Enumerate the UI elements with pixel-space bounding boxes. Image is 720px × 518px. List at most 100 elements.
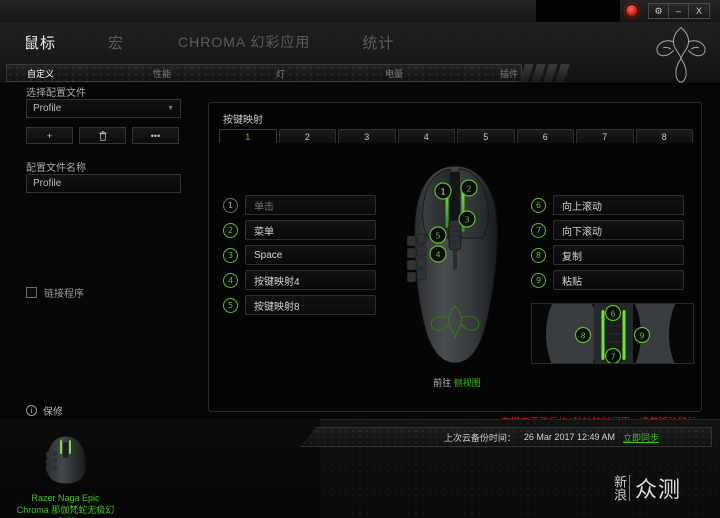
- subtab-performance[interactable]: 性能: [153, 67, 171, 80]
- more-options-button[interactable]: •••: [132, 127, 179, 144]
- tab-chroma-apps[interactable]: CHROMA 幻彩应用: [178, 32, 310, 52]
- assignment-field-3[interactable]: Space: [245, 245, 376, 265]
- delete-profile-button[interactable]: [79, 127, 126, 144]
- sina-watermark: 新浪 众测: [611, 472, 693, 504]
- svg-text:9: 9: [639, 331, 644, 340]
- svg-text:1: 1: [440, 188, 445, 197]
- assignment-field-2[interactable]: 菜单: [245, 220, 376, 240]
- profile-actions: + •••: [26, 127, 179, 144]
- warranty-label: 保修: [43, 407, 63, 418]
- tab-macro[interactable]: 宏: [108, 32, 124, 53]
- title-bar: ⚙ – X: [0, 0, 720, 22]
- title-bar-notch: [536, 0, 620, 22]
- assignment-field-1[interactable]: 单击: [245, 195, 376, 215]
- key-mapping-panel: 按键映射 1 2 3 4 5 6 7 8 1 单击 2 菜单 3 Space 4…: [208, 102, 702, 412]
- chevron-down-icon: ▼: [167, 105, 174, 112]
- minimize-icon[interactable]: –: [669, 4, 689, 18]
- sync-now-link[interactable]: 立即同步: [623, 431, 659, 444]
- header-decoration-bars: [519, 64, 602, 82]
- assignment-field-9[interactable]: 粘贴: [553, 270, 684, 290]
- close-icon[interactable]: X: [689, 4, 709, 18]
- link-program-label: 链接程序: [44, 289, 84, 300]
- svg-text:7: 7: [610, 352, 615, 361]
- goto-prefix-label: 前往: [433, 378, 454, 388]
- left-assignment-list: 1 单击 2 菜单 3 Space 4 按键映射4 5 按键映射8: [223, 195, 376, 320]
- numtab-6[interactable]: 6: [516, 129, 574, 143]
- assignment-row: 3 Space: [223, 245, 376, 265]
- assignment-field-4[interactable]: 按键映射4: [245, 270, 376, 290]
- device-thumbnail-icon: [44, 435, 87, 485]
- razer-logo-icon: [656, 26, 706, 83]
- link-program-row[interactable]: 链接程序: [26, 285, 84, 300]
- tab-mouse[interactable]: 鼠标: [24, 32, 56, 53]
- sync-label: 上次云备份时间：: [443, 432, 516, 443]
- callout-badge-8: 8: [531, 247, 546, 263]
- watermark-zhongce-label: 众测: [635, 478, 682, 503]
- numtab-7[interactable]: 7: [576, 129, 634, 143]
- svg-text:8: 8: [580, 331, 585, 340]
- tab-stats[interactable]: 统计: [362, 32, 394, 53]
- settings-icon[interactable]: ⚙: [649, 4, 669, 18]
- callout-badge-6: 6: [531, 197, 546, 213]
- link-program-checkbox[interactable]: [26, 287, 37, 298]
- svg-text:6: 6: [610, 309, 615, 318]
- add-profile-button[interactable]: +: [26, 127, 73, 144]
- assignment-field-7[interactable]: 向下滚动: [553, 220, 684, 240]
- profile-select-value: Profile: [33, 103, 62, 114]
- razer-synapse-window: ⚙ – X 鼠标 宏 CHROMA 幻彩应用 统计 自定义 性能 灯 电量 插件…: [0, 0, 720, 518]
- numtab-5[interactable]: 5: [457, 129, 515, 143]
- profile-select[interactable]: Profile ▼: [26, 99, 181, 118]
- scroll-wheel-image: 6 7 8 9: [532, 304, 693, 363]
- device-card[interactable]: Razer Naga Epic Chroma 那伽梵蛇无极幻 彩版: [8, 432, 123, 518]
- assignment-row: 1 单击: [223, 195, 376, 215]
- assignment-row: 7 向下滚动: [531, 220, 684, 240]
- assignment-field-5[interactable]: 按键映射8: [245, 295, 376, 315]
- numtab-1[interactable]: 1: [219, 129, 277, 143]
- right-assignment-list: 6 向上滚动 7 向下滚动 8 复制 9 粘贴: [531, 195, 684, 295]
- sync-timestamp: 26 Mar 2017 12:49 AM: [523, 432, 615, 442]
- subtab-power[interactable]: 电量: [385, 67, 403, 80]
- svg-text:2: 2: [466, 185, 471, 194]
- profile-name-input[interactable]: Profile: [26, 174, 181, 193]
- assignment-row: 9 粘贴: [531, 270, 684, 290]
- assignment-field-6[interactable]: 向上滚动: [553, 195, 684, 215]
- cloud-sync-bar: 上次云备份时间： 26 Mar 2017 12:49 AM 立即同步: [300, 427, 712, 447]
- window-controls: ⚙ – X: [648, 3, 710, 19]
- trash-icon: [99, 130, 106, 141]
- subtab-customize[interactable]: 自定义: [27, 67, 54, 80]
- select-profile-label: 选择配置文件: [26, 88, 86, 99]
- callout-badge-1: 1: [223, 197, 238, 213]
- mouse-top-view-image: 1 2 3 4 5: [406, 165, 498, 364]
- numtab-8[interactable]: 8: [635, 129, 693, 143]
- side-view-link[interactable]: 侧视图: [454, 378, 481, 388]
- panel-title: 按键映射: [223, 115, 263, 126]
- numtab-2[interactable]: 2: [278, 129, 336, 143]
- watermark-divider: [629, 475, 630, 501]
- subtab-addons[interactable]: 插件: [500, 67, 518, 80]
- scroll-wheel-thumbnail[interactable]: 6 7 8 9: [531, 303, 694, 364]
- goto-side-view[interactable]: 前往 侧视图: [397, 376, 517, 389]
- assignment-field-8[interactable]: 复制: [553, 245, 684, 265]
- device-name-line2: Chroma 那伽梵蛇无极幻: [16, 505, 115, 515]
- watermark-sina-label: 新浪: [611, 475, 626, 501]
- device-name: Razer Naga Epic Chroma 那伽梵蛇无极幻 彩版: [8, 492, 123, 518]
- key-mapping-number-tabs: 1 2 3 4 5 6 7 8: [219, 129, 693, 143]
- assignment-row: 4 按键映射4: [223, 270, 376, 290]
- record-indicator-icon[interactable]: [625, 4, 639, 18]
- numtab-4[interactable]: 4: [397, 129, 455, 143]
- warranty-row[interactable]: i 保修: [26, 403, 63, 418]
- callout-badge-2: 2: [223, 222, 238, 238]
- assignment-row: 5 按键映射8: [223, 295, 376, 315]
- callout-badge-7: 7: [531, 222, 546, 238]
- assignment-row: 8 复制: [531, 245, 684, 265]
- numtab-3[interactable]: 3: [338, 129, 396, 143]
- info-icon: i: [26, 405, 37, 416]
- callout-badge-4: 4: [223, 272, 238, 288]
- assignment-row: 2 菜单: [223, 220, 376, 240]
- profile-name-label: 配置文件名称: [26, 163, 86, 174]
- svg-text:5: 5: [435, 232, 440, 241]
- svg-text:3: 3: [464, 216, 469, 225]
- subtab-lighting[interactable]: 灯: [276, 67, 285, 80]
- callout-badge-9: 9: [531, 272, 546, 288]
- callout-badge-3: 3: [223, 247, 238, 263]
